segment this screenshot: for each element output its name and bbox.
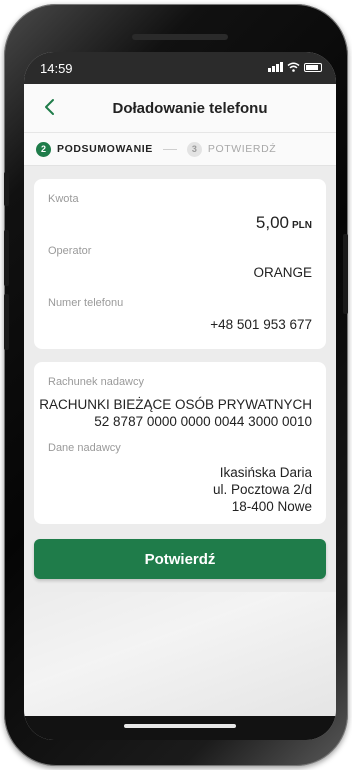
- status-bar: 14:59: [24, 52, 336, 84]
- mute-switch: [4, 172, 9, 206]
- wifi-icon: [287, 62, 300, 72]
- home-bar-area: [24, 716, 336, 740]
- phone-label: Numer telefonu: [48, 297, 124, 309]
- back-arrow-icon[interactable]: [38, 94, 64, 120]
- battery-icon: [304, 62, 322, 72]
- confirm-button[interactable]: Potwierdź: [34, 539, 326, 579]
- step-label-summary: PODSUMOWANIE: [57, 143, 153, 155]
- sender-street: ul. Pocztowa 2/d: [212, 482, 312, 497]
- speaker-grille: [132, 34, 228, 40]
- amount-value-row: 5,00 PLN: [256, 213, 312, 233]
- status-icons: [268, 62, 322, 72]
- app-screen: 14:59 Doładowanie telefonu 2 PODSUMOWANI…: [24, 52, 336, 740]
- signal-icon: [268, 62, 283, 72]
- step-divider: [162, 148, 177, 150]
- amount-value: 5,00: [255, 213, 289, 232]
- amount-currency: PLN: [292, 220, 312, 231]
- step-indicator: 2 PODSUMOWANIE 3 POTWIERDŹ: [24, 132, 336, 166]
- volume-down-button: [4, 294, 9, 350]
- sender-card: Rachunek nadawcy RACHUNKI BIEŻĄCE OSÓB P…: [34, 362, 326, 524]
- page-title: Doładowanie telefonu: [112, 100, 268, 117]
- sender-name: Ikasińska Daria: [219, 465, 312, 480]
- screen-reflection: [24, 592, 336, 716]
- header-bar: Doładowanie telefonu: [24, 84, 336, 132]
- amount-label: Kwota: [48, 193, 79, 205]
- account-number: 52 8787 0000 0000 0044 3000 0010: [94, 414, 312, 429]
- power-button: [343, 234, 348, 314]
- home-indicator[interactable]: [124, 724, 236, 728]
- volume-up-button: [4, 230, 9, 286]
- operator-value: ORANGE: [253, 265, 312, 280]
- phone-value: +48 501 953 677: [210, 317, 312, 332]
- sender-city: 18-400 Nowe: [231, 499, 312, 514]
- step-number-inactive: 3: [186, 141, 202, 157]
- status-time: 14:59: [40, 61, 73, 76]
- step-label-confirm: POTWIERDŹ: [207, 143, 277, 155]
- account-name: RACHUNKI BIEŻĄCE OSÓB PRYWATNYCH: [39, 397, 312, 412]
- sender-data-label: Dane nadawcy: [48, 442, 121, 454]
- account-label: Rachunek nadawcy: [48, 376, 145, 388]
- sender-details: Ikasińska Daria ul. Pocztowa 2/d 18-400 …: [213, 464, 312, 515]
- phone-frame: 14:59 Doładowanie telefonu 2 PODSUMOWANI…: [4, 4, 348, 766]
- summary-card: Kwota 5,00 PLN Operator ORANGE Numer tele…: [34, 179, 326, 349]
- step-number-active: 2: [36, 141, 51, 157]
- account-details: RACHUNKI BIEŻĄCE OSÓB PRYWATNYCH 52 8787…: [39, 396, 312, 430]
- operator-label: Operator: [48, 245, 92, 257]
